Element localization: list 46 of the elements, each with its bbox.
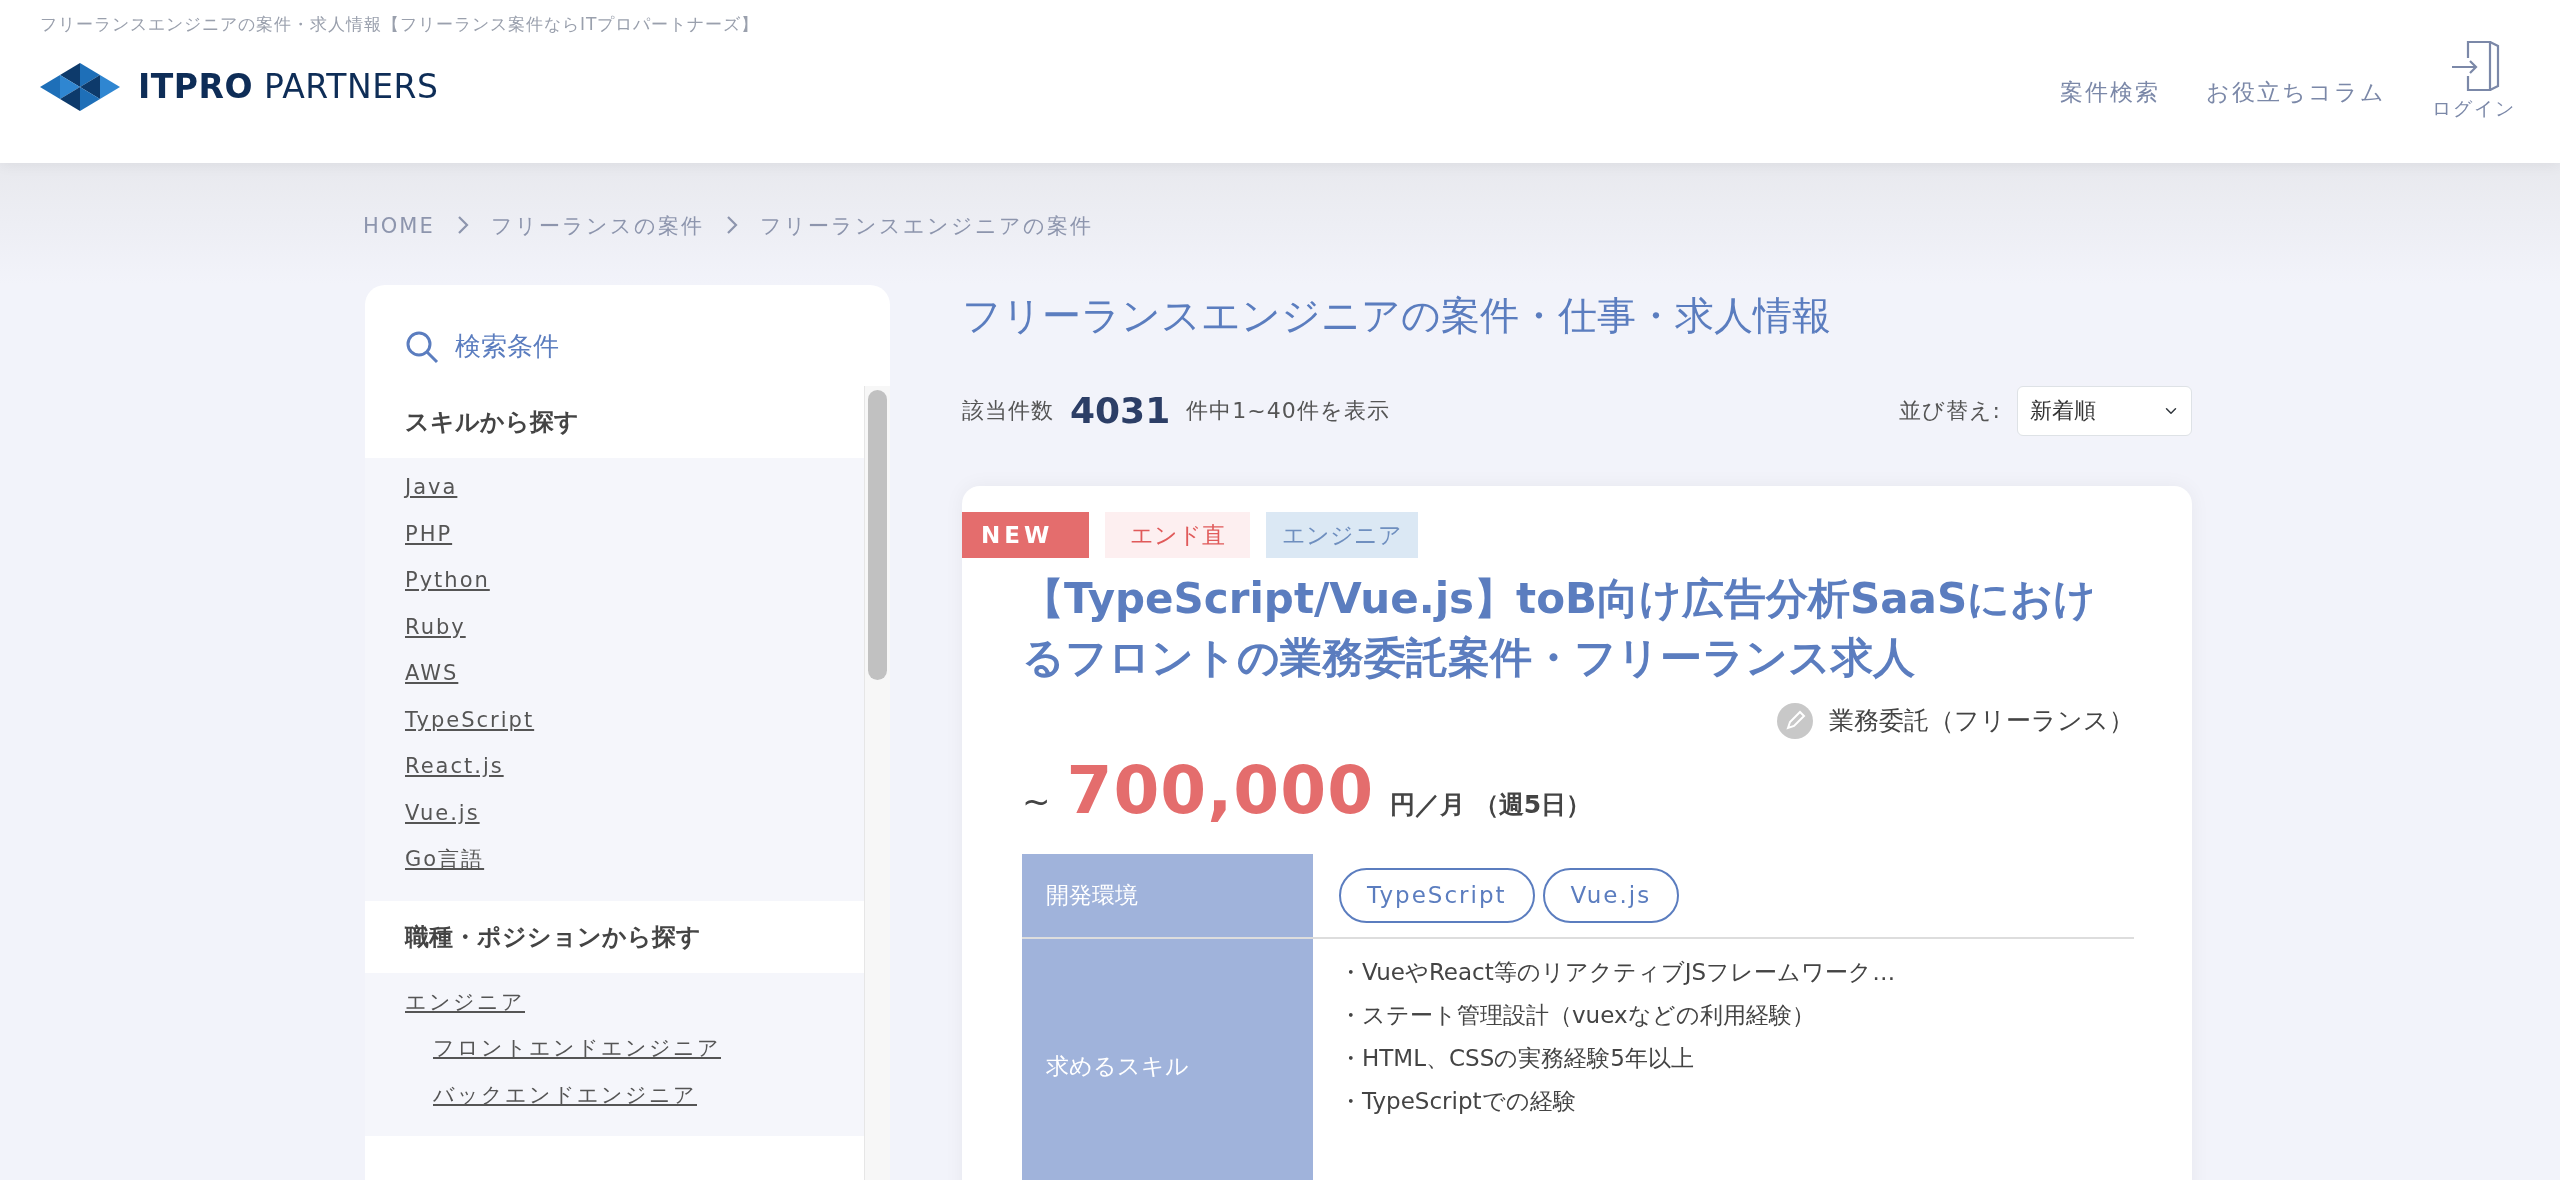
filter-link[interactable]: Go言語 xyxy=(405,844,485,876)
skill-tag[interactable]: TypeScript xyxy=(1339,868,1535,923)
filter-link[interactable]: Vue.js xyxy=(405,797,480,829)
search-icon xyxy=(405,329,439,364)
sidebar-title: 検索条件 xyxy=(455,330,559,363)
filter-link[interactable]: PHP xyxy=(405,518,453,550)
pencil-icon xyxy=(1777,702,1813,739)
filter-link[interactable]: React.js xyxy=(405,751,504,783)
count-range: 件中1~40件を表示 xyxy=(1186,397,1390,426)
nav-link[interactable]: お役立ちコラム xyxy=(2206,74,2386,109)
skill-requirement: ・ステート管理設計（vuexなどの利用経験） xyxy=(1339,1003,1816,1027)
filter-link[interactable]: TypeScript xyxy=(405,704,535,736)
skill-tag[interactable]: Vue.js xyxy=(1542,868,1680,923)
skill-requirement: ・VueやReact等のリアクティブJSフレームワーク… xyxy=(1339,960,1897,984)
sort-label: 並び替え: xyxy=(1898,397,2001,426)
job-title[interactable]: 【TypeScript/Vue.js】toB向け広告分析SaaSにおけるフロントの業務委託案件・フリーランス求人 xyxy=(1022,570,2134,688)
detail-label: 開発環境 xyxy=(1022,854,1313,937)
salary-unit: 円／月 （週5日） xyxy=(1390,789,1592,822)
sort-dropdown[interactable]: 新着順 xyxy=(2017,385,2192,436)
filter-link[interactable]: Python xyxy=(405,565,490,597)
new-ribbon: NEW xyxy=(962,511,1090,559)
logo-text: ITPRO PARTNERS xyxy=(138,66,439,108)
filter-link[interactable]: バックエンドエンジニア xyxy=(433,1079,697,1111)
skill-requirement: ・TypeScriptでの経験 xyxy=(1339,1089,1577,1113)
job-tag: エンジニア xyxy=(1266,511,1419,559)
skill-requirement: ・HTML、CSSの実務経験5年以上 xyxy=(1339,1046,1695,1070)
count-label: 該当件数 xyxy=(962,397,1054,426)
chevron-right-icon xyxy=(725,215,738,235)
salary-amount: 700,000 xyxy=(1066,751,1375,832)
site-logo[interactable]: ITPRO PARTNERS xyxy=(40,58,439,115)
scrollbar[interactable] xyxy=(864,386,890,1180)
detail-label: 求めるスキル xyxy=(1022,938,1313,1180)
site-tagline: フリーランスエンジニアの案件・求人情報【フリーランス案件ならITプロパートナーズ】 xyxy=(40,13,761,36)
result-count: 4031 xyxy=(1070,388,1171,433)
chevron-right-icon xyxy=(456,215,469,235)
contract-type: 業務委託（フリーランス） xyxy=(1829,704,2134,737)
filter-link[interactable]: Ruby xyxy=(405,611,466,643)
login-button[interactable]: ログイン xyxy=(2432,37,2516,122)
filter-link[interactable]: AWS xyxy=(405,658,459,690)
salary-prefix: ~ xyxy=(1022,780,1051,824)
filter-link[interactable]: フロントエンドエンジニア xyxy=(433,1033,721,1065)
filter-link[interactable]: Java xyxy=(405,472,458,504)
job-tag: エンド直 xyxy=(1105,511,1251,559)
nav-link[interactable]: 案件検索 xyxy=(2060,74,2160,109)
filter-link[interactable]: エンジニア xyxy=(405,986,525,1018)
page-title: フリーランスエンジニアの案件・仕事・求人情報 xyxy=(962,293,1832,340)
